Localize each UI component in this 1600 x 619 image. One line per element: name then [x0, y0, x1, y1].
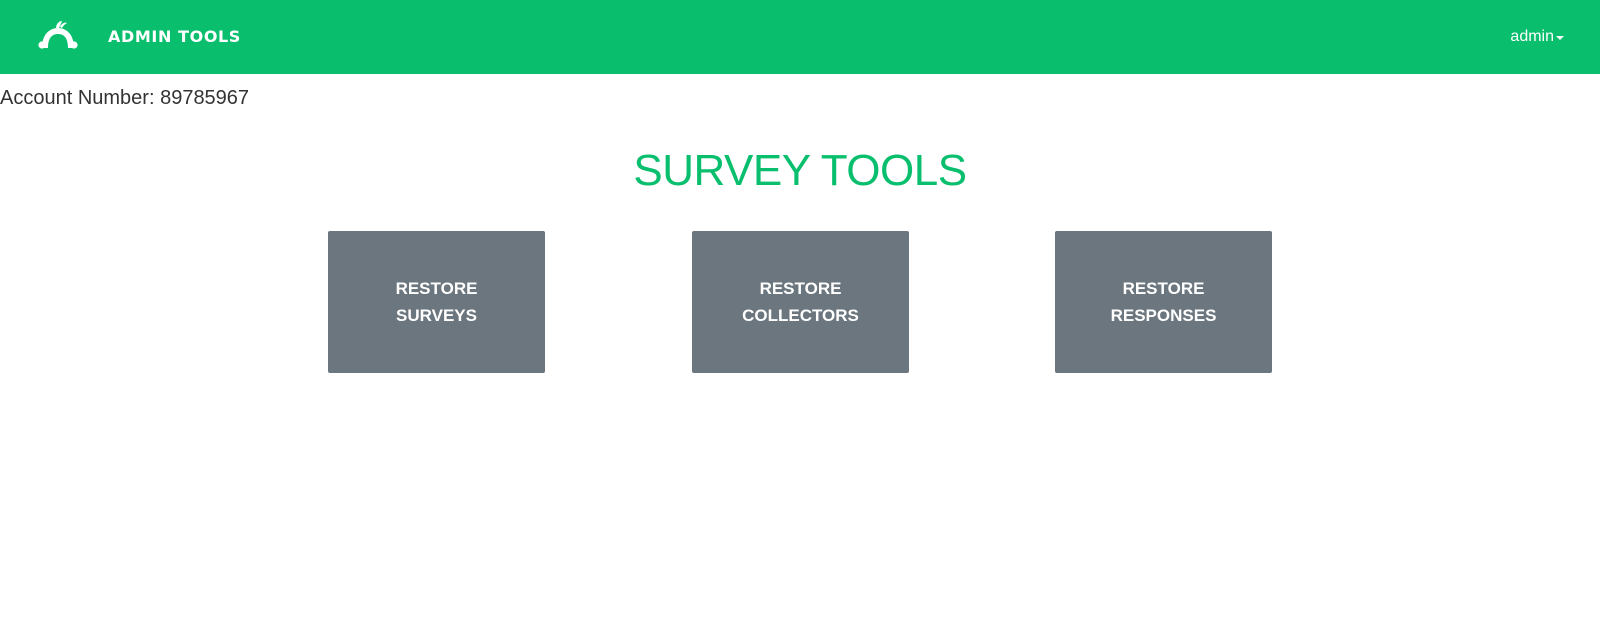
top-navbar: ADMIN TOOLS admin: [0, 0, 1600, 74]
account-number-text: Account Number: 89785967: [0, 87, 250, 109]
user-menu-dropdown[interactable]: admin: [1510, 28, 1564, 46]
restore-surveys-button[interactable]: RESTORE SURVEYS: [328, 231, 545, 373]
page-title: SURVEY TOOLS: [633, 146, 967, 195]
monkey-logo-icon[interactable]: [34, 18, 82, 54]
button-label-line2: RESPONSES: [1110, 306, 1217, 325]
button-label-line1: RESTORE: [395, 279, 478, 298]
restore-collectors-button[interactable]: RESTORE COLLECTORS: [692, 231, 909, 373]
restore-responses-button[interactable]: RESTORE RESPONSES: [1055, 231, 1272, 373]
button-label-line2: SURVEYS: [396, 306, 477, 325]
button-label-line2: COLLECTORS: [742, 306, 859, 325]
button-label-line1: RESTORE: [1122, 279, 1205, 298]
caret-down-icon: [1556, 36, 1564, 40]
button-label-line1: RESTORE: [759, 279, 842, 298]
brand-title[interactable]: ADMIN TOOLS: [108, 27, 241, 46]
user-menu-label: admin: [1510, 28, 1554, 45]
